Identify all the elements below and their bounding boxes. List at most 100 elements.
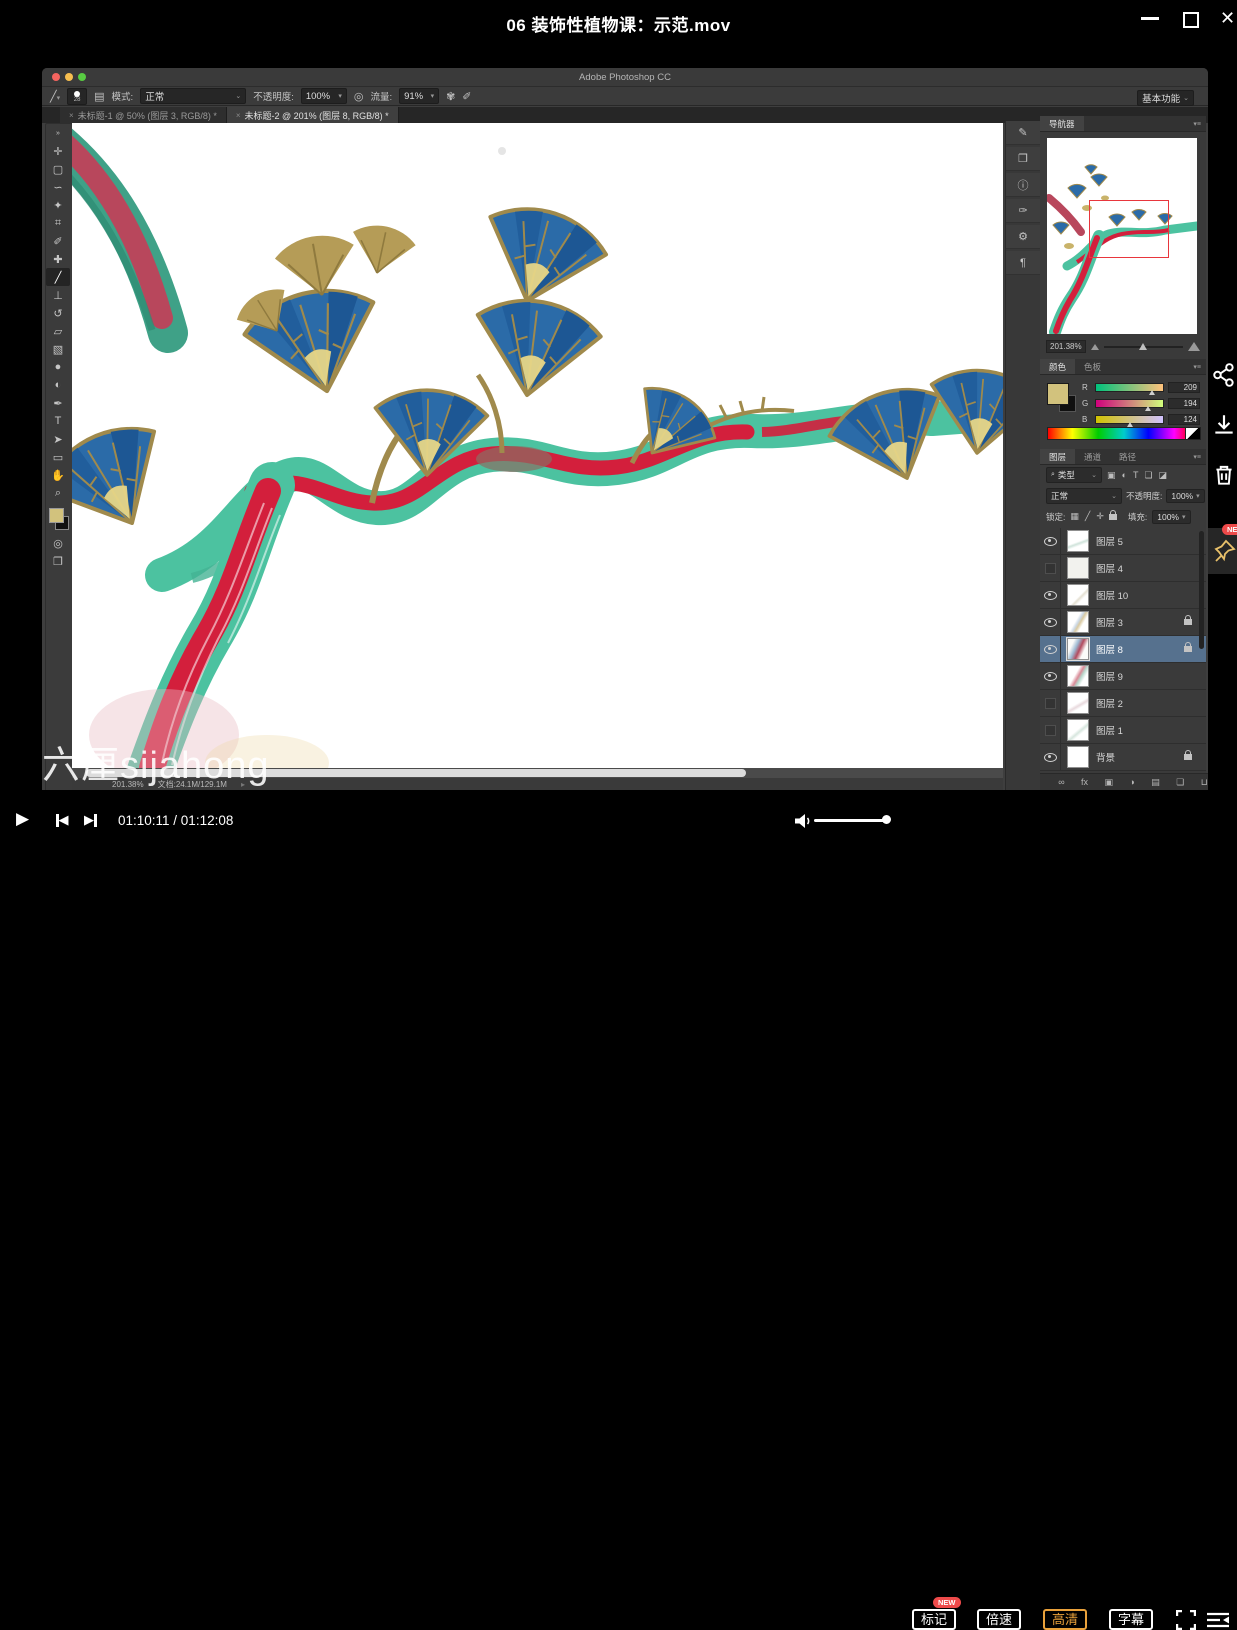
download-icon[interactable] [1211, 412, 1237, 438]
eyedropper-tool[interactable]: ✐ [46, 232, 70, 250]
layer-row[interactable]: 图层 3 [1040, 609, 1206, 636]
foreground-color-swatch[interactable] [1047, 383, 1069, 405]
paragraph-icon[interactable]: ¶ [1006, 251, 1040, 275]
layer-row[interactable]: 图层 2 [1040, 690, 1206, 717]
workspace-selector[interactable]: 基本功能⌄ [1137, 90, 1194, 106]
document-tab-2[interactable]: ×未标题-2 @ 201% (图层 8, RGB/8) * [227, 107, 399, 123]
layers-tab[interactable]: 图层 [1040, 449, 1075, 464]
navigator-zoom-value[interactable]: 201.38% [1046, 340, 1086, 353]
blue-value[interactable]: 124 [1168, 414, 1200, 425]
visibility-off-icon[interactable] [1040, 717, 1061, 743]
layer-thumbnail[interactable] [1067, 638, 1089, 660]
healing-brush-tool[interactable]: ✚ [46, 250, 70, 268]
zoom-out-icon[interactable] [1091, 344, 1099, 350]
brush-tool[interactable]: ╱ [46, 268, 70, 286]
canvas[interactable] [72, 123, 1003, 768]
tab-close-icon[interactable]: × [236, 111, 241, 120]
visibility-off-icon[interactable] [1040, 690, 1061, 716]
layer-row[interactable]: 图层 9 [1040, 663, 1206, 690]
speed-button[interactable]: 倍速 [977, 1609, 1021, 1630]
channels-tab[interactable]: 通道 [1075, 449, 1110, 464]
layer-name[interactable]: 图层 5 [1096, 534, 1123, 548]
layer-row[interactable]: 图层 5 [1040, 528, 1206, 555]
fullscreen-icon[interactable] [1176, 1610, 1196, 1630]
minimize-icon[interactable] [1141, 17, 1159, 20]
navigator-tab[interactable]: 导航器 [1040, 116, 1084, 131]
blend-mode-select[interactable]: 正常⌄ [1046, 488, 1122, 504]
eraser-tool[interactable]: ▱ [46, 322, 70, 340]
pressure-size-icon[interactable]: ✐ [462, 90, 471, 103]
magic-wand-tool[interactable]: ✦ [46, 196, 70, 214]
panel-menu-icon[interactable]: ▾≡ [1193, 453, 1201, 461]
visibility-eye-icon[interactable] [1040, 663, 1061, 689]
quality-button[interactable]: 高清 [1043, 1609, 1087, 1630]
shape-tool[interactable]: ▭ [46, 448, 70, 466]
pressure-opacity-icon[interactable]: ◎ [354, 90, 364, 103]
layer-name[interactable]: 图层 3 [1096, 615, 1123, 629]
layer-filter-select[interactable]: ⌕类型⌄ [1046, 467, 1102, 483]
layer-style-icon[interactable]: fx [1081, 777, 1088, 787]
dodge-tool[interactable]: ◐ [46, 376, 70, 394]
tab-close-icon[interactable]: × [69, 111, 74, 120]
brush-presets-icon[interactable]: ✎ [1006, 121, 1040, 145]
color-spectrum-ramp[interactable] [1047, 427, 1201, 440]
lock-pixels-icon[interactable]: ╱ [1085, 511, 1090, 522]
gradient-tool[interactable]: ▧ [46, 340, 70, 358]
navigator-zoom-slider[interactable] [1104, 346, 1183, 348]
navigator-thumbnail[interactable] [1047, 138, 1197, 334]
layer-name[interactable]: 图层 8 [1096, 642, 1123, 656]
link-layers-icon[interactable]: ∞ [1058, 777, 1064, 787]
zoom-in-icon[interactable] [1188, 342, 1200, 351]
pin-icon[interactable] [1213, 538, 1237, 564]
layer-thumbnail[interactable] [1067, 611, 1089, 633]
layer-name[interactable]: 图层 1 [1096, 723, 1123, 737]
zoom-tool[interactable]: ⌕ [46, 484, 70, 502]
visibility-eye-icon[interactable] [1040, 636, 1061, 662]
layer-name[interactable]: 背景 [1096, 750, 1115, 764]
type-tool[interactable]: T [46, 412, 70, 430]
path-select-tool[interactable]: ➤ [46, 430, 70, 448]
marquee-tool[interactable]: ▢ [46, 160, 70, 178]
layer-thumbnail[interactable] [1067, 719, 1089, 741]
mode-select[interactable]: 正常⌄ [140, 88, 246, 104]
layer-thumbnail[interactable] [1067, 746, 1089, 768]
airbrush-toggle-icon[interactable]: ✾ [446, 90, 455, 103]
volume-slider-handle[interactable] [882, 815, 891, 824]
visibility-eye-icon[interactable] [1040, 744, 1061, 770]
delete-layer-icon[interactable]: ⊔ [1201, 777, 1208, 788]
opacity-select[interactable]: 100%▾ [301, 88, 347, 104]
panel-menu-icon[interactable]: ▾≡ [1193, 363, 1201, 371]
document-tab-1[interactable]: ×未标题-1 @ 50% (图层 3, RGB/8) * [60, 107, 227, 123]
filter-smart-icon[interactable]: ◪ [1159, 470, 1168, 481]
lock-all-icon[interactable] [1109, 514, 1117, 520]
visibility-eye-icon[interactable] [1040, 528, 1061, 554]
layer-row[interactable]: 图层 10 [1040, 582, 1206, 609]
swatches-tab[interactable]: 色板 [1075, 359, 1110, 374]
toolbar-collapse-icon[interactable]: » [46, 124, 70, 142]
foreground-swatch[interactable] [49, 508, 64, 523]
volume-slider[interactable] [814, 819, 888, 822]
layer-thumbnail[interactable] [1067, 530, 1089, 552]
visibility-eye-icon[interactable] [1040, 609, 1061, 635]
layer-name[interactable]: 图层 4 [1096, 561, 1123, 575]
quick-mask-icon[interactable]: ◎ [46, 534, 70, 552]
layer-row[interactable]: 图层 4 [1040, 555, 1206, 582]
airbrush-icon[interactable]: ⚙ [1006, 225, 1040, 249]
close-icon[interactable]: ✕ [1220, 8, 1235, 29]
next-icon[interactable]: ▶ [84, 812, 97, 828]
mark-button[interactable]: 标记 [912, 1609, 956, 1630]
green-value[interactable]: 194 [1168, 398, 1200, 409]
filter-adjust-icon[interactable]: ◐ [1122, 470, 1127, 481]
brush-tool-preset-icon[interactable]: ╱▾ [50, 90, 60, 103]
clone-source-icon[interactable]: ❐ [1006, 147, 1040, 171]
info-icon[interactable]: ⓘ [1006, 173, 1040, 197]
layers-scrollbar[interactable] [1199, 531, 1204, 649]
fill-select[interactable]: 100%▾ [1152, 510, 1190, 524]
filter-shape-icon[interactable]: ❏ [1144, 470, 1152, 481]
red-value[interactable]: 209 [1168, 382, 1200, 393]
brush-preview[interactable]: 28 [67, 88, 87, 105]
clone-stamp-tool[interactable]: ⊥ [46, 286, 70, 304]
lock-transparency-icon[interactable]: ▦ [1070, 511, 1079, 522]
subtitles-button[interactable]: 字幕 [1109, 1609, 1153, 1630]
playlist-icon[interactable] [1206, 1612, 1230, 1628]
